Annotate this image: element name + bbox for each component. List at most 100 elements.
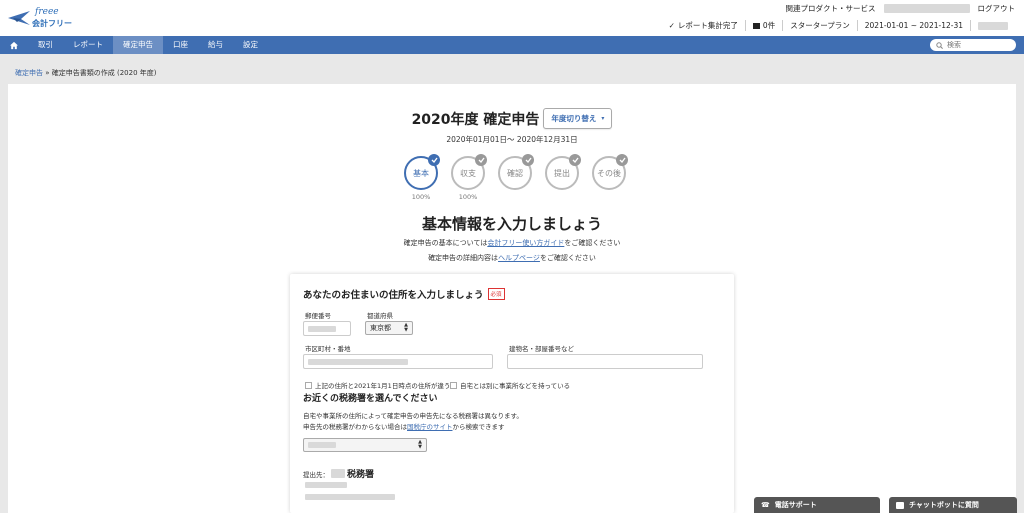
address-differs-checkbox[interactable]: 上記の住所と2021年1月1日時点の住所が違う (305, 380, 450, 390)
company-blur (978, 21, 1008, 30)
nav-reports[interactable]: レポート (63, 36, 113, 54)
logo-wordmark: freee (35, 7, 59, 17)
year-switch-button[interactable]: 年度切り替え ▾ (543, 108, 613, 129)
submit-to-label: 提出先： (303, 470, 329, 479)
usage-guide-link[interactable]: 会計フリー使い方ガイド (487, 239, 564, 247)
message-count[interactable]: 0件 (744, 20, 782, 31)
user-email-redacted (883, 4, 970, 13)
select-arrows-icon: ▲ ▼ (404, 322, 408, 333)
step-income[interactable]: 収支 (451, 154, 487, 190)
plan-text: スタータープラン (790, 21, 850, 30)
step-after-label: その後 (597, 168, 621, 178)
step-after[interactable]: その後 (592, 154, 628, 190)
company-name-redacted[interactable] (970, 20, 1015, 31)
home-icon (10, 41, 18, 49)
nav-settings[interactable]: 設定 (233, 36, 268, 54)
building-field[interactable] (507, 354, 703, 369)
breadcrumb-separator: » (45, 69, 50, 77)
main-panel: 2020年度 確定申告 年度切り替え ▾ 2020年01月01日～ 2020年1… (8, 84, 1016, 513)
section-heading: 基本情報を入力しましょう (421, 215, 602, 233)
address-heading-text: あなたのお住まいの住所を入力しましょう (303, 290, 484, 301)
separate-office-label: 自宅とは別に事業所などを持っている (460, 382, 571, 390)
step-confirm[interactable]: 確認 (498, 154, 534, 190)
tax-office-desc: 自宅や事業所の住所によって確定申告の申告先になる税務署は異なります。 (303, 412, 523, 420)
guide-info-pre: 確定申告の基本については (403, 239, 488, 247)
step-confirm-label: 確認 (507, 168, 523, 178)
check-badge-icon (616, 154, 628, 166)
nta-site-link[interactable]: 国税庁のサイト (407, 423, 453, 431)
office-suffix: 税務署 (347, 470, 375, 480)
fiscal-period[interactable]: 2021-01-01 ~ 2021-12-31 (856, 20, 970, 31)
city-address-label: 市区町村・番地 (305, 345, 351, 353)
chatbot-button[interactable]: チャットボットに質問 (889, 497, 1017, 513)
prefecture-select[interactable]: 東京都 ▲ ▼ (365, 321, 413, 335)
step-basic[interactable]: 基本 (404, 154, 440, 190)
message-count-text: 0件 (762, 21, 776, 30)
checkbox-icon (305, 381, 312, 389)
home-button[interactable] (0, 36, 28, 54)
search-input[interactable] (947, 41, 1007, 49)
step-basic-pct: 100% (411, 193, 431, 201)
logo-product-name: 会計フリー (32, 19, 72, 28)
check-badge-icon (428, 154, 440, 166)
header-status-bar: ✓ レポート集計完了 0件 スタータープラン 2021-01-01 ~ 2021… (662, 20, 1015, 31)
nav-payroll[interactable]: 給与 (198, 36, 233, 54)
city-address-field[interactable] (303, 354, 493, 369)
address-differs-label: 上記の住所と2021年1月1日時点の住所が違う (315, 382, 451, 390)
help-page-link[interactable]: ヘルプページ (498, 254, 540, 262)
plan-label[interactable]: スタータープラン (782, 20, 857, 31)
office-address-redacted (305, 482, 347, 488)
nav-tax-return[interactable]: 確定申告 (113, 36, 163, 54)
help-info-post: をご確認ください (539, 254, 596, 262)
report-status-text: レポート集計完了 (677, 21, 738, 30)
app-header: freee 会計フリー 関連プロダクト・サービス ログアウト ✓ レポート集計完… (0, 0, 1024, 36)
caret-down-icon: ▾ (601, 115, 605, 122)
progress-steps: 基本 100% 収支 100% 確認 提出 その後 (404, 154, 628, 201)
help-info: 確定申告の詳細内容はヘルプページをご確認ください (8, 253, 1016, 263)
postal-code-redacted (308, 326, 336, 332)
phone-support-button[interactable]: ☎ 電話サポート (754, 497, 880, 513)
step-submit-label: 提出 (554, 168, 570, 178)
address-form-card: あなたのお住まいの住所を入力しましょう 必須 郵便番号 都道府県 東京都 ▲ ▼ … (290, 274, 734, 513)
tax-office-redacted (308, 442, 336, 448)
postal-code-label: 郵便番号 (305, 312, 331, 320)
breadcrumb-tax-return[interactable]: 確定申告 (15, 69, 43, 77)
postal-code-field[interactable] (303, 321, 351, 336)
tax-hint-pre: 申告先の税務署がわからない場合は (303, 423, 407, 431)
bird-logo-icon (8, 11, 30, 25)
step-basic-label: 基本 (413, 168, 429, 178)
search-box[interactable] (930, 39, 1016, 51)
step-income-pct: 100% (458, 193, 478, 201)
tax-office-select[interactable]: ▲ ▼ (303, 438, 427, 452)
check-badge-icon (475, 154, 487, 166)
chatbot-label: チャットボットに質問 (909, 501, 979, 509)
tax-hint-post: から検索できます (452, 423, 505, 431)
nav-accounts[interactable]: 口座 (163, 36, 198, 54)
search-icon (936, 41, 943, 49)
freee-logo[interactable]: freee 会計フリー (7, 6, 72, 32)
phone-support-label: 電話サポート (774, 501, 817, 509)
separate-office-checkbox[interactable]: 自宅とは別に事業所などを持っている (450, 380, 570, 390)
checkbox-icon (450, 381, 457, 389)
header-top-links: 関連プロダクト・サービス ログアウト (786, 3, 1016, 14)
breadcrumb: 確定申告 » 確定申告書類の作成 (2020 年度) (15, 68, 157, 78)
fiscal-period-text: 2021-01-01 ~ 2021-12-31 (864, 21, 963, 30)
office-detail-redacted (305, 494, 395, 500)
related-services-link[interactable]: 関連プロダクト・サービス (786, 3, 876, 14)
check-badge-icon (522, 154, 534, 166)
main-nav: 取引 レポート 確定申告 口座 給与 設定 (0, 36, 1024, 54)
check-icon: ✓ (668, 21, 675, 30)
guide-info: 確定申告の基本については会計フリー使い方ガイドをご確認ください (8, 238, 1016, 248)
title-row: 2020年度 確定申告 年度切り替え ▾ (8, 108, 1016, 129)
required-badge: 必須 (487, 288, 505, 300)
submit-to: 提出先： 税務署 (303, 467, 374, 480)
office-name-redacted (331, 469, 345, 478)
nav-transactions[interactable]: 取引 (28, 36, 63, 54)
tax-office-search-hint: 申告先の税務署がわからない場合は国税庁のサイトから検索できます (303, 421, 505, 431)
step-income-label: 収支 (460, 168, 476, 178)
city-address-redacted (308, 359, 408, 365)
logout-link[interactable]: ログアウト (978, 3, 1016, 14)
prefecture-label: 都道府県 (367, 312, 393, 320)
step-submit[interactable]: 提出 (545, 154, 581, 190)
message-icon (752, 22, 760, 29)
